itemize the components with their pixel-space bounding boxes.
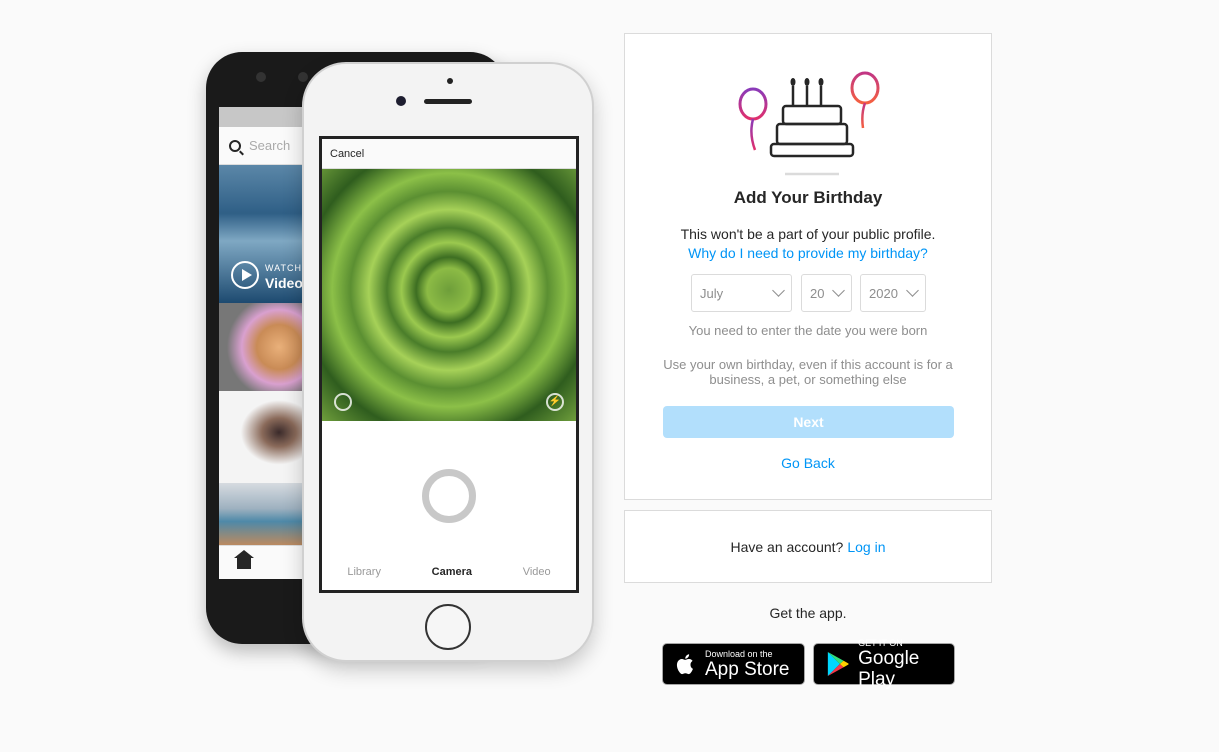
get-app-label: Get the app. <box>769 605 847 621</box>
google-play-big-text: Google Play <box>858 648 920 690</box>
camera-cancel: Cancel <box>322 139 576 169</box>
chevron-down-icon <box>906 284 919 297</box>
watch-label: WATCH <box>265 263 302 273</box>
log-in-link[interactable]: Log in <box>847 539 885 555</box>
tab-camera: Camera <box>431 566 473 578</box>
phone-camera <box>256 72 266 82</box>
tab-library: Library <box>347 566 381 578</box>
flash-icon: ⚡ <box>546 393 564 411</box>
chevron-down-icon <box>832 284 845 297</box>
shutter-button <box>422 469 476 523</box>
page-title: Add Your Birthday <box>733 188 883 207</box>
google-play-badge[interactable]: GET IT ON Google Play <box>813 638 955 690</box>
play-icon <box>231 261 259 289</box>
phone-camera <box>396 96 406 106</box>
home-icon <box>234 550 254 569</box>
google-play-icon <box>827 651 849 677</box>
camera-tabs: Library Camera Video <box>322 554 576 590</box>
apple-icon <box>676 654 693 675</box>
succulent-photo: ⚡ <box>322 169 576 421</box>
birthday-cake-icon <box>738 71 880 176</box>
month-value: July <box>700 285 724 301</box>
phone-sensor <box>447 78 453 84</box>
have-account-text: Have an account? <box>730 538 844 555</box>
video-label: Video <box>265 275 303 291</box>
app-store-badge[interactable]: Download on the App Store <box>662 643 805 685</box>
year-select[interactable]: 2020 <box>860 274 926 312</box>
phone-speaker <box>424 99 472 104</box>
tab-video: Video <box>522 566 551 578</box>
year-value: 2020 <box>869 285 898 301</box>
phone-front-screen: Cancel ⚡ Library Camera Video <box>319 136 579 593</box>
phone-sensor <box>298 72 308 82</box>
search-icon <box>229 139 241 152</box>
day-value: 20 <box>810 285 825 301</box>
go-back-link[interactable]: Go Back <box>625 455 991 471</box>
next-button[interactable]: Next <box>663 406 954 438</box>
own-birthday-note: Use your own birthday, even if this acco… <box>663 357 953 387</box>
app-store-big-text: App Store <box>705 658 790 680</box>
flip-camera-icon <box>334 393 352 411</box>
birthday-hint: You need to enter the date you were born <box>688 323 928 338</box>
chevron-down-icon <box>772 284 785 297</box>
login-card: Have an account? Log in <box>624 510 992 583</box>
phone-front-illustration: Cancel ⚡ Library Camera Video <box>302 62 594 662</box>
privacy-note: This won't be a part of your public prof… <box>680 226 936 242</box>
month-select[interactable]: July <box>691 274 792 312</box>
phone-search-placeholder: Search <box>249 138 291 153</box>
app-store-small-text: Download on the <box>705 648 773 659</box>
page: Search WATCH Video Cancel ⚡ Library Came… <box>0 0 1219 752</box>
birthday-card: Add Your Birthday This won't be a part o… <box>624 33 992 500</box>
google-play-small-text: GET IT ON <box>858 638 903 648</box>
why-birthday-link[interactable]: Why do I need to provide my birthday? <box>625 245 991 261</box>
day-select[interactable]: 20 <box>801 274 852 312</box>
phone-home-button <box>425 604 471 650</box>
